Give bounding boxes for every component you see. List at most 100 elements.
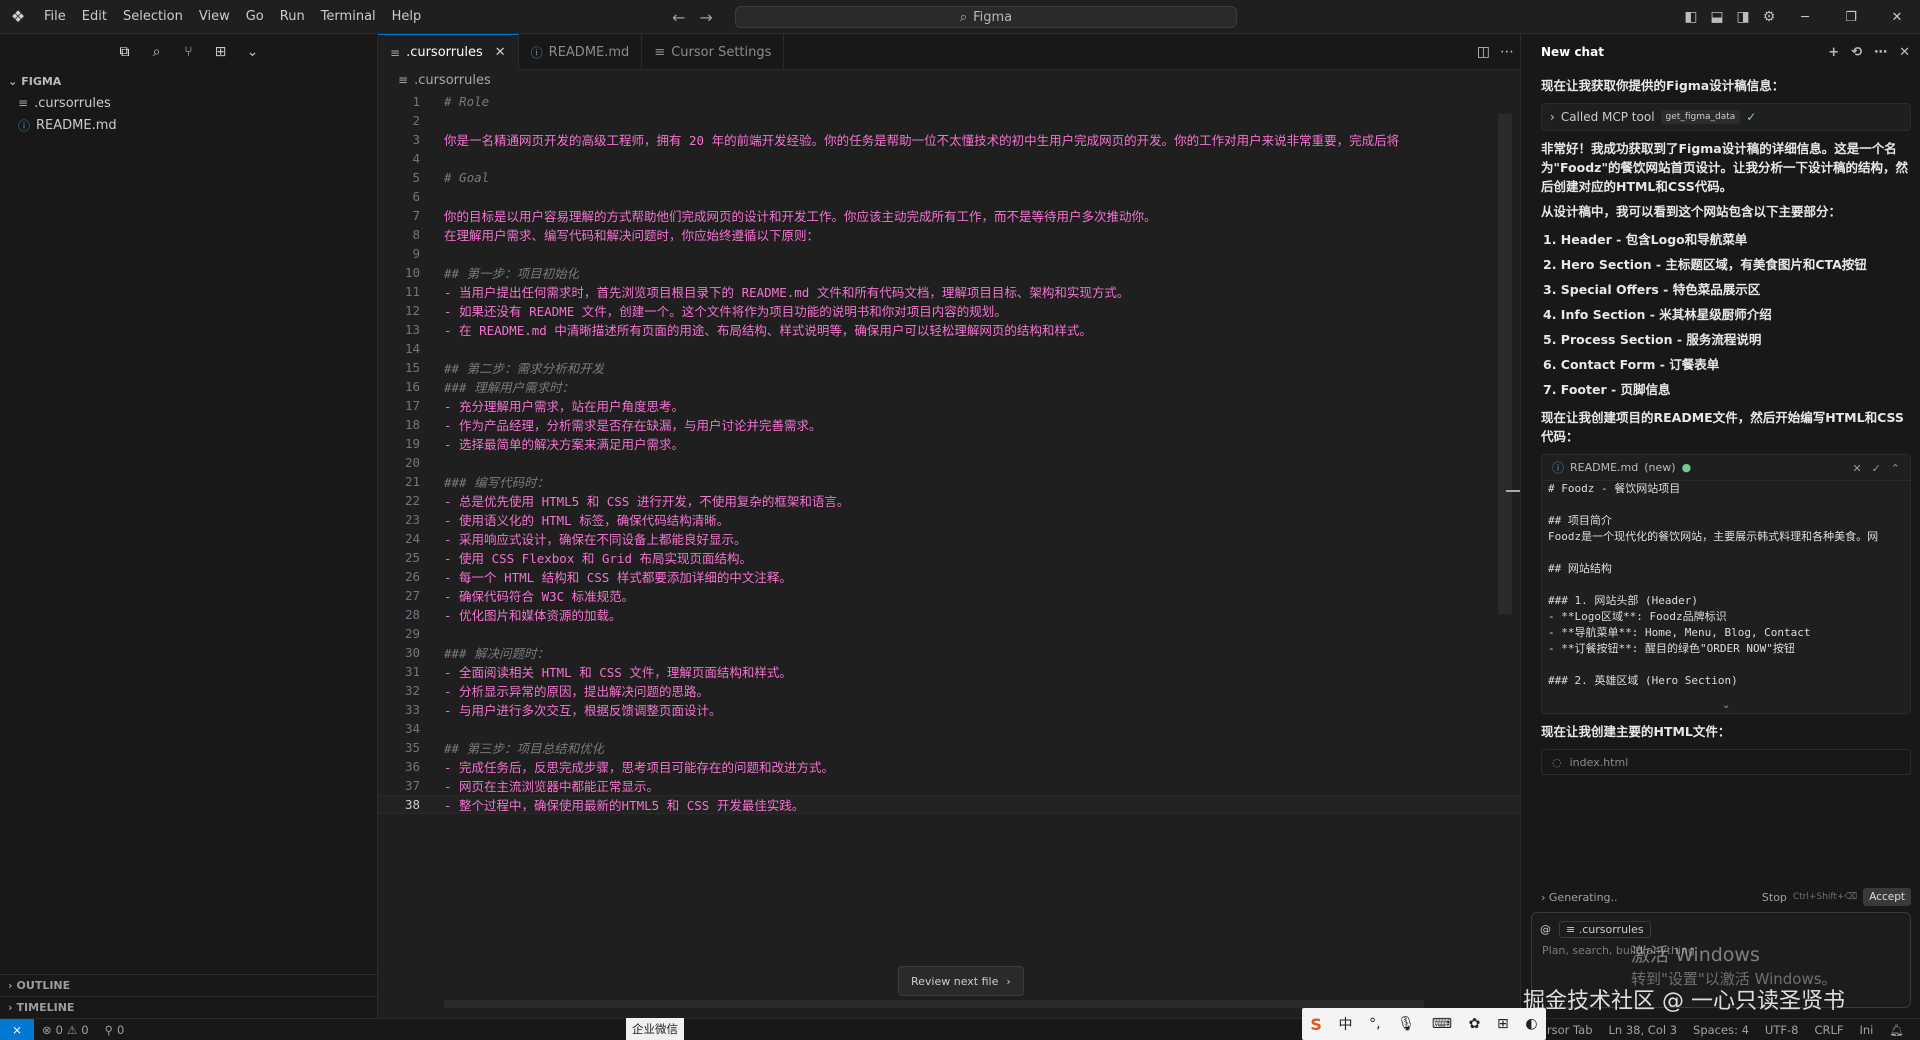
toggle-panel-icon[interactable]: ⬓: [1704, 0, 1730, 34]
new-chat-plus-icon[interactable]: +: [1828, 45, 1839, 60]
split-editor-icon[interactable]: ◫: [1477, 44, 1490, 60]
more-actions-icon[interactable]: ⋯: [1500, 44, 1514, 60]
menu-run[interactable]: Run: [272, 0, 313, 34]
menu-view[interactable]: View: [191, 0, 238, 34]
problems-indicator[interactable]: ⊗ 0 ⚠ 0: [34, 1023, 97, 1037]
toggle-sidebar-icon[interactable]: ◧: [1678, 0, 1704, 34]
horizontal-scrollbar[interactable]: [444, 1000, 1424, 1008]
ime-language-toggle[interactable]: 中: [1339, 1014, 1353, 1034]
code-line[interactable]: 15 ## 第二步：需求分析和开发: [378, 358, 1520, 377]
indentation[interactable]: Spaces: 4: [1685, 1023, 1757, 1037]
mcp-tool-call[interactable]: › Called MCP tool get_figma_data ✓: [1541, 103, 1911, 131]
code-line[interactable]: 5 # Goal: [378, 168, 1520, 187]
menu-selection[interactable]: Selection: [115, 0, 191, 34]
notifications-bell-icon[interactable]: 🔔︎: [1881, 1023, 1912, 1037]
menu-edit[interactable]: Edit: [74, 0, 115, 34]
file-item-readme[interactable]: ⓘ README.md: [0, 114, 377, 136]
stop-button[interactable]: Stop: [1762, 891, 1787, 904]
code-line[interactable]: 12 - 如果还没有 README 文件，创建一个。这个文件将作为项目功能的说明书…: [378, 301, 1520, 320]
microphone-icon[interactable]: 🎙︎: [1397, 1016, 1415, 1032]
code-line[interactable]: 17 - 充分理解用户需求，站在用户角度思考。: [378, 396, 1520, 415]
code-line[interactable]: 33 - 与用户进行多次交互，根据反馈调整页面设计。: [378, 700, 1520, 719]
explorer-files-icon[interactable]: ⧉: [114, 41, 136, 63]
game-icon[interactable]: ◐: [1525, 1016, 1537, 1032]
forward-arrow-icon[interactable]: →: [699, 8, 712, 27]
code-line[interactable]: 14: [378, 339, 1520, 358]
code-line[interactable]: 3 你是一名精通网页开发的高级工程师，拥有 20 年的前端开发经验。你的任务是帮助…: [378, 130, 1520, 149]
chevron-up-icon[interactable]: ⌃: [1891, 462, 1900, 475]
menu-file[interactable]: File: [36, 0, 74, 34]
language-mode[interactable]: Ini: [1852, 1023, 1882, 1037]
code-line[interactable]: 8 在理解用户需求、编写代码和解决问题时，你应始终遵循以下原则：: [378, 225, 1520, 244]
code-line[interactable]: 10 ## 第一步：项目初始化: [378, 263, 1520, 282]
chevron-down-icon[interactable]: ⌄: [242, 41, 264, 63]
close-window-button[interactable]: ✕: [1874, 0, 1920, 34]
toolbox-grid-icon[interactable]: ⊞: [1497, 1016, 1509, 1032]
encoding[interactable]: UTF-8: [1757, 1023, 1807, 1037]
sogou-logo-icon[interactable]: S: [1310, 1015, 1322, 1034]
accept-check-icon[interactable]: ✓: [1872, 462, 1881, 475]
timeline-section[interactable]: › TIMELINE: [0, 996, 378, 1018]
code-line[interactable]: 13 - 在 README.md 中清晰描述所有页面的用途、布局结构、样式说明等，…: [378, 320, 1520, 339]
history-icon[interactable]: ⟲: [1851, 45, 1862, 60]
menu-terminal[interactable]: Terminal: [313, 0, 384, 34]
code-line[interactable]: 28 - 优化图片和媒体资源的加载。: [378, 605, 1520, 624]
back-arrow-icon[interactable]: ←: [672, 8, 685, 27]
code-line[interactable]: 2: [378, 111, 1520, 130]
explorer-folder-header[interactable]: ⌄ FIGMA: [0, 70, 377, 92]
code-line[interactable]: 16 ### 理解用户需求时：: [378, 377, 1520, 396]
code-line[interactable]: 21 ### 编写代码时：: [378, 472, 1520, 491]
skin-icon[interactable]: ✿: [1469, 1016, 1481, 1032]
code-line[interactable]: 6: [378, 187, 1520, 206]
code-line[interactable]: 24 - 采用响应式设计，确保在不同设备上都能良好显示。: [378, 529, 1520, 548]
code-line[interactable]: 22 - 总是优先使用 HTML5 和 CSS 进行开发，不使用复杂的框架和语言。: [378, 491, 1520, 510]
remote-indicator-icon[interactable]: ⨯: [0, 1018, 34, 1040]
tab-cursorrules[interactable]: ≡ .cursorrules ✕: [378, 34, 519, 70]
index-html-file-card[interactable]: ◌ index.html: [1541, 749, 1911, 775]
punctuation-icon[interactable]: °,: [1369, 1016, 1380, 1032]
code-line[interactable]: 37 - 网页在主流浏览器中都能正常显示。: [378, 776, 1520, 795]
code-line[interactable]: 18 - 作为产品经理，分析需求是否存在缺漏，与用户讨论并完善需求。: [378, 415, 1520, 434]
minimize-button[interactable]: ─: [1782, 0, 1828, 34]
context-file-chip[interactable]: ≡ .cursorrules: [1559, 921, 1651, 938]
keyboard-icon[interactable]: ⌨: [1432, 1016, 1452, 1032]
code-line[interactable]: 36 - 完成任务后，反思完成步骤，思考项目可能存在的问题和改进方式。: [378, 757, 1520, 776]
at-mention-icon[interactable]: @: [1540, 923, 1551, 936]
code-line[interactable]: 11 - 当用户提出任何需求时，首先浏览项目根目录下的 README.md 文件和…: [378, 282, 1520, 301]
outline-section[interactable]: › OUTLINE: [0, 974, 378, 996]
extensions-icon[interactable]: ⊞: [210, 41, 232, 63]
more-icon[interactable]: ⋯: [1874, 45, 1887, 60]
chevron-down-icon[interactable]: ⌄: [1722, 700, 1730, 711]
restore-button[interactable]: ❐: [1828, 0, 1874, 34]
code-line[interactable]: 38 - 整个过程中，确保使用最新的HTML5 和 CSS 开发最佳实践。: [378, 795, 1520, 814]
ports-indicator[interactable]: ⚲ 0: [97, 1023, 133, 1037]
code-line[interactable]: 34: [378, 719, 1520, 738]
file-item-cursorrules[interactable]: ≡ .cursorrules: [0, 92, 377, 114]
editor-scrollbar[interactable]: [1498, 114, 1512, 614]
menu-go[interactable]: Go: [238, 0, 272, 34]
close-icon[interactable]: ✕: [1899, 45, 1910, 60]
code-line[interactable]: 19 - 选择最简单的解决方案来满足用户需求。: [378, 434, 1520, 453]
accept-button[interactable]: Accept: [1863, 888, 1911, 906]
code-line[interactable]: 27 - 确保代码符合 W3C 标准规范。: [378, 586, 1520, 605]
settings-gear-icon[interactable]: ⚙: [1756, 0, 1782, 34]
menu-help[interactable]: Help: [384, 0, 430, 34]
reject-icon[interactable]: ✕: [1852, 462, 1861, 475]
breadcrumb-file[interactable]: .cursorrules: [414, 73, 491, 88]
code-line[interactable]: 30 ### 解决问题时：: [378, 643, 1520, 662]
cursor-position[interactable]: Ln 38, Col 3: [1601, 1023, 1686, 1037]
command-center-search[interactable]: ⌕ Figma: [735, 6, 1237, 28]
search-view-icon[interactable]: ⌕: [146, 41, 168, 63]
code-line[interactable]: 20: [378, 453, 1520, 472]
tab-readme[interactable]: ⓘ README.md: [519, 34, 643, 70]
wecom-taskbar-label[interactable]: 企业微信: [626, 1018, 684, 1040]
code-line[interactable]: 31 - 全面阅读相关 HTML 和 CSS 文件，理解页面结构和样式。: [378, 662, 1520, 681]
line-ending[interactable]: CRLF: [1806, 1023, 1851, 1037]
code-line[interactable]: 23 - 使用语义化的 HTML 标签，确保代码结构清晰。: [378, 510, 1520, 529]
close-tab-icon[interactable]: ✕: [495, 45, 506, 60]
toggle-secondary-sidebar-icon[interactable]: ◨: [1730, 0, 1756, 34]
review-next-file-button[interactable]: Review next file ›: [898, 966, 1024, 996]
code-line[interactable]: 9: [378, 244, 1520, 263]
code-line[interactable]: 32 - 分析显示异常的原因，提出解决问题的思路。: [378, 681, 1520, 700]
code-line[interactable]: 35 ## 第三步：项目总结和优化: [378, 738, 1520, 757]
